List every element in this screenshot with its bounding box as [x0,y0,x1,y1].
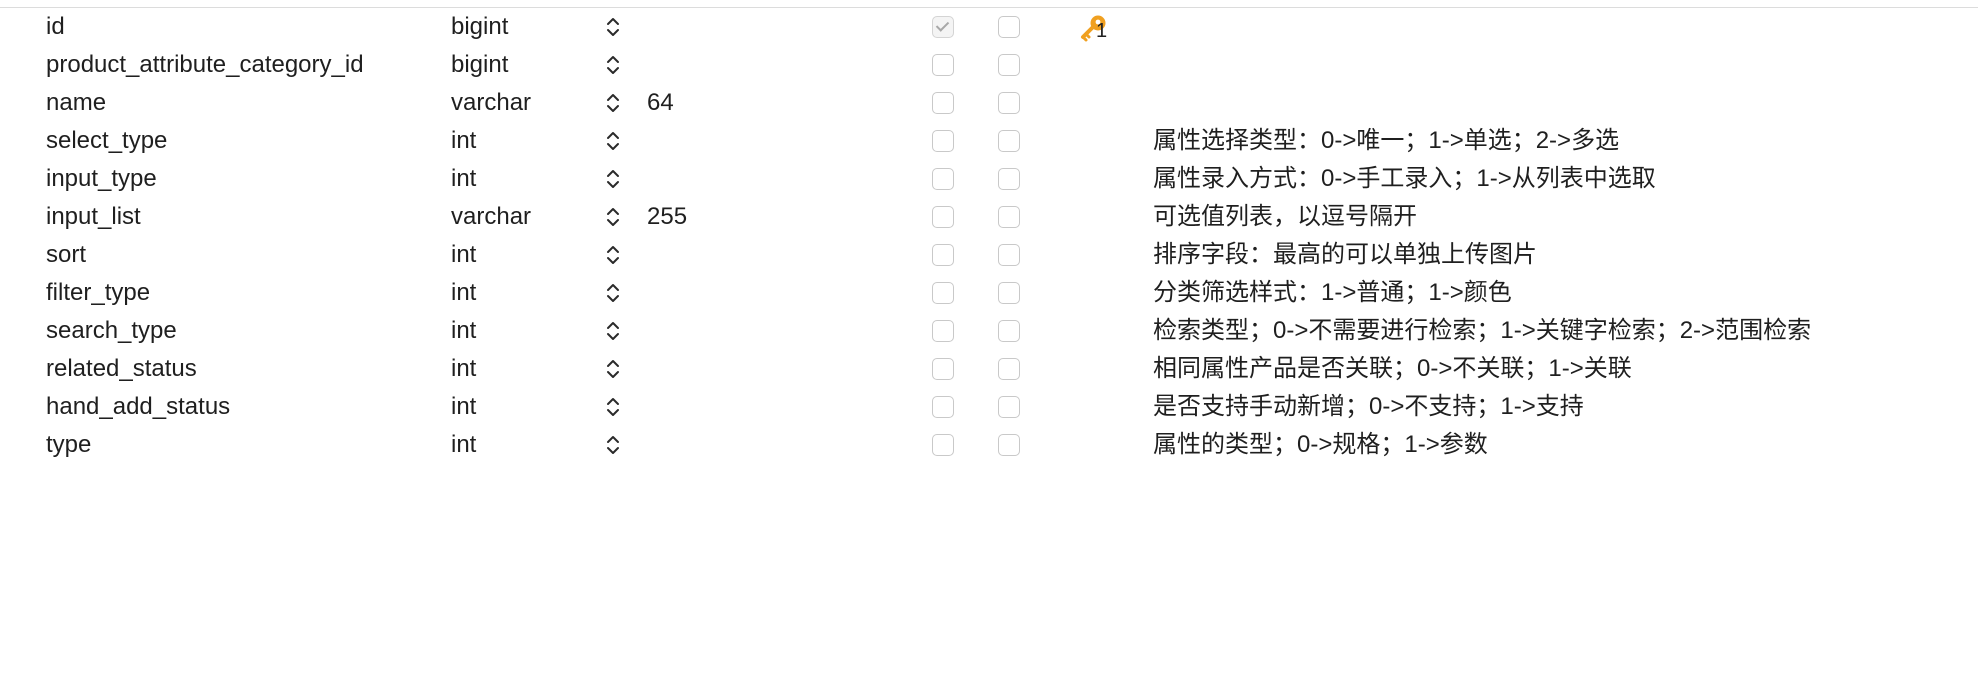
column-name-field[interactable]: input_list [46,202,141,240]
key-cell[interactable] [1078,278,1112,312]
column-type-select[interactable]: int [451,392,476,430]
column-type-select[interactable]: int [451,354,476,392]
column-row[interactable]: select_type int 属性选择类型：0->唯一；1->单选；2->多选 [0,126,1978,164]
key-cell[interactable] [1078,88,1112,122]
column-row[interactable]: type int 属性的类型；0->规格；1->参数 [0,430,1978,468]
column-comment-field[interactable]: 属性的类型；0->规格；1->参数 [1153,430,1488,468]
not-null-checkbox[interactable] [932,54,954,76]
column-row[interactable]: hand_add_status int 是否支持手动新增；0->不支持；1->支持 [0,392,1978,430]
not-null-checkbox[interactable] [932,320,954,342]
column-comment-field[interactable]: 排序字段：最高的可以单独上传图片 [1153,240,1537,278]
column-type-select[interactable]: varchar [451,88,531,126]
key-cell[interactable] [1078,354,1112,388]
column-comment-field[interactable]: 属性录入方式：0->手工录入；1->从列表中选取 [1153,164,1656,202]
chevron-up-down-icon[interactable] [604,354,622,384]
not-null-checkbox[interactable] [932,434,954,456]
column-length-field[interactable]: 64 [647,88,674,126]
chevron-up-down-icon[interactable] [604,50,622,80]
virtual-checkbox[interactable] [998,54,1020,76]
column-type-select[interactable]: int [451,164,476,202]
top-divider [0,7,1978,8]
column-row[interactable]: name varchar 64 [0,88,1978,126]
column-name-field[interactable]: filter_type [46,278,150,316]
chevron-up-down-icon[interactable] [604,126,622,156]
column-name-field[interactable]: hand_add_status [46,392,230,430]
chevron-up-down-icon[interactable] [604,316,622,346]
key-cell[interactable] [1078,202,1112,236]
virtual-checkbox[interactable] [998,282,1020,304]
column-comment-field[interactable]: 分类筛选样式：1->普通；1->颜色 [1153,278,1512,316]
not-null-checkbox[interactable] [932,130,954,152]
key-cell[interactable] [1078,316,1112,350]
key-icon: 1 [1078,12,1112,46]
column-comment-field[interactable]: 可选值列表，以逗号隔开 [1153,202,1417,240]
key-index-label: 1 [1096,20,1108,42]
not-null-checkbox[interactable] [932,206,954,228]
column-comment-field[interactable]: 检索类型；0->不需要进行检索；1->关键字检索；2->范围检索 [1153,316,1811,354]
chevron-up-down-icon[interactable] [604,278,622,308]
column-name-field[interactable]: product_attribute_category_id [46,50,364,88]
not-null-checkbox[interactable] [932,244,954,266]
not-null-checkbox[interactable] [932,396,954,418]
column-row[interactable]: sort int 排序字段：最高的可以单独上传图片 [0,240,1978,278]
virtual-checkbox[interactable] [998,244,1020,266]
column-name-field[interactable]: select_type [46,126,167,164]
chevron-up-down-icon[interactable] [604,202,622,232]
virtual-checkbox[interactable] [998,206,1020,228]
virtual-checkbox[interactable] [998,358,1020,380]
not-null-checkbox[interactable] [932,16,954,38]
chevron-up-down-icon[interactable] [604,88,622,118]
column-type-select[interactable]: varchar [451,202,531,240]
key-cell[interactable]: 1 [1078,12,1112,46]
column-name-field[interactable]: type [46,430,91,468]
column-name-field[interactable]: name [46,88,106,126]
chevron-up-down-icon[interactable] [604,164,622,194]
not-null-checkbox[interactable] [932,358,954,380]
column-row[interactable]: filter_type int 分类筛选样式：1->普通；1->颜色 [0,278,1978,316]
column-type-select[interactable]: int [451,430,476,468]
column-row[interactable]: search_type int 检索类型；0->不需要进行检索；1->关键字检索；2… [0,316,1978,354]
column-name-field[interactable]: id [46,12,65,50]
key-cell[interactable] [1078,50,1112,84]
column-type-select[interactable]: bigint [451,12,508,50]
column-type-select[interactable]: int [451,126,476,164]
key-cell[interactable] [1078,126,1112,160]
column-row[interactable]: product_attribute_category_id bigint [0,50,1978,88]
virtual-checkbox[interactable] [998,168,1020,190]
column-type-select[interactable]: int [451,278,476,316]
column-length-field[interactable]: 255 [647,202,687,240]
column-type-select[interactable]: int [451,316,476,354]
chevron-up-down-icon[interactable] [604,430,622,460]
virtual-checkbox[interactable] [998,320,1020,342]
not-null-checkbox[interactable] [932,282,954,304]
virtual-checkbox[interactable] [998,16,1020,38]
key-cell[interactable] [1078,240,1112,274]
column-comment-field[interactable]: 是否支持手动新增；0->不支持；1->支持 [1153,392,1584,430]
column-row[interactable]: input_type int 属性录入方式：0->手工录入；1->从列表中选取 [0,164,1978,202]
column-type-select[interactable]: bigint [451,50,508,88]
virtual-checkbox[interactable] [998,130,1020,152]
columns-table: id bigint 1 product_attribute_category_id bi… [0,12,1978,468]
key-cell[interactable] [1078,392,1112,426]
virtual-checkbox[interactable] [998,92,1020,114]
column-row[interactable]: related_status int 相同属性产品是否关联；0->不关联；1->关联 [0,354,1978,392]
not-null-checkbox[interactable] [932,168,954,190]
chevron-up-down-icon[interactable] [604,392,622,422]
column-comment-field[interactable]: 属性选择类型：0->唯一；1->单选；2->多选 [1153,126,1619,164]
chevron-up-down-icon[interactable] [604,240,622,270]
key-cell[interactable] [1078,164,1112,198]
virtual-checkbox[interactable] [998,434,1020,456]
column-row[interactable]: input_list varchar 255 可选值列表，以逗号隔开 [0,202,1978,240]
column-name-field[interactable]: search_type [46,316,177,354]
column-name-field[interactable]: sort [46,240,86,278]
column-type-select[interactable]: int [451,240,476,278]
chevron-up-down-icon[interactable] [604,12,622,42]
key-cell[interactable] [1078,430,1112,464]
column-name-field[interactable]: related_status [46,354,197,392]
virtual-checkbox[interactable] [998,396,1020,418]
column-row[interactable]: id bigint 1 [0,12,1978,50]
column-comment-field[interactable]: 相同属性产品是否关联；0->不关联；1->关联 [1153,354,1632,392]
not-null-checkbox[interactable] [932,92,954,114]
column-name-field[interactable]: input_type [46,164,157,202]
